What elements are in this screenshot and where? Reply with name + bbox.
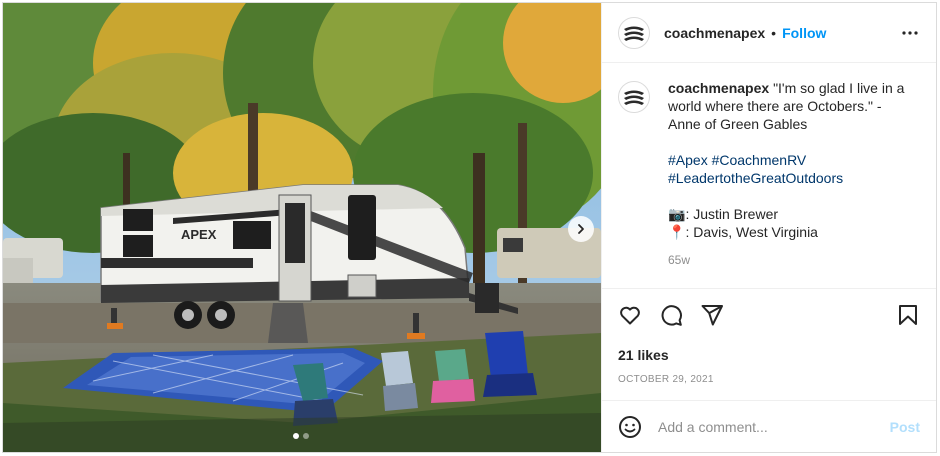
chevron-right-icon xyxy=(578,224,584,234)
hashtag-link[interactable]: #Apex #CoachmenRV xyxy=(668,152,806,168)
post-actions: 21 likes OCTOBER 29, 2021 xyxy=(602,288,936,400)
hashtags-line-2: #LeadertotheGreatOutdoors xyxy=(668,169,913,187)
comment-icon xyxy=(661,305,682,326)
camera-icon: 📷 xyxy=(668,206,686,222)
rv-campsite-photo: APEX xyxy=(3,3,601,452)
hashtag-link[interactable]: #LeadertotheGreatOutdoors xyxy=(668,170,843,186)
post-comment-button[interactable]: Post xyxy=(890,419,920,435)
carousel-dot xyxy=(303,433,309,439)
instagram-post: APEX coachmenapex • Follow coachmenapex … xyxy=(2,2,937,453)
post-header: coachmenapex • Follow xyxy=(602,3,936,63)
caption: coachmenapex "I'm so glad I live in a wo… xyxy=(668,79,913,269)
comment-button[interactable] xyxy=(659,303,683,327)
carousel-indicator xyxy=(293,433,309,439)
share-button[interactable] xyxy=(700,303,724,327)
next-photo-button[interactable] xyxy=(568,216,594,242)
separator-dot: • xyxy=(771,24,777,41)
caption-row: coachmenapex "I'm so glad I live in a wo… xyxy=(618,79,920,269)
add-comment-bar: Post xyxy=(602,400,936,452)
pin-icon: 📍 xyxy=(668,224,686,240)
apex-logo-icon xyxy=(624,26,644,41)
bookmark-icon xyxy=(899,305,917,325)
post-sidebar: coachmenapex • Follow coachmenapex "I'm … xyxy=(601,3,936,452)
more-options-button[interactable] xyxy=(898,21,922,45)
photo-credit: 📷: Justin Brewer xyxy=(668,205,913,223)
hashtags-line-1: #Apex #CoachmenRV xyxy=(668,151,913,169)
location-text: : Davis, West Virginia xyxy=(685,224,818,240)
caption-time[interactable]: 65w xyxy=(668,251,913,269)
more-horizontal-icon xyxy=(902,30,918,35)
action-icons xyxy=(618,303,920,327)
heart-icon xyxy=(620,306,640,325)
likes-count[interactable]: 21 likes xyxy=(618,347,920,363)
save-button[interactable] xyxy=(896,303,920,327)
avatar[interactable] xyxy=(618,16,650,49)
trailer-brand-text: APEX xyxy=(181,227,217,242)
post-media[interactable]: APEX xyxy=(3,3,601,452)
caption-avatar[interactable] xyxy=(618,81,650,113)
post-date[interactable]: OCTOBER 29, 2021 xyxy=(618,374,920,385)
share-icon xyxy=(701,305,723,326)
comment-input[interactable] xyxy=(658,418,890,435)
follow-button[interactable]: Follow xyxy=(782,25,826,41)
apex-logo-icon xyxy=(624,90,644,105)
like-button[interactable] xyxy=(618,303,642,327)
post-username[interactable]: coachmenapex xyxy=(664,25,765,41)
comments-area: coachmenapex "I'm so glad I live in a wo… xyxy=(602,63,936,288)
credit-text: : Justin Brewer xyxy=(685,206,779,222)
emoji-button[interactable] xyxy=(618,415,642,439)
location-line: 📍: Davis, West Virginia xyxy=(668,223,913,241)
carousel-dot-active xyxy=(293,433,299,439)
emoji-icon xyxy=(619,415,641,438)
caption-username[interactable]: coachmenapex xyxy=(668,80,769,96)
